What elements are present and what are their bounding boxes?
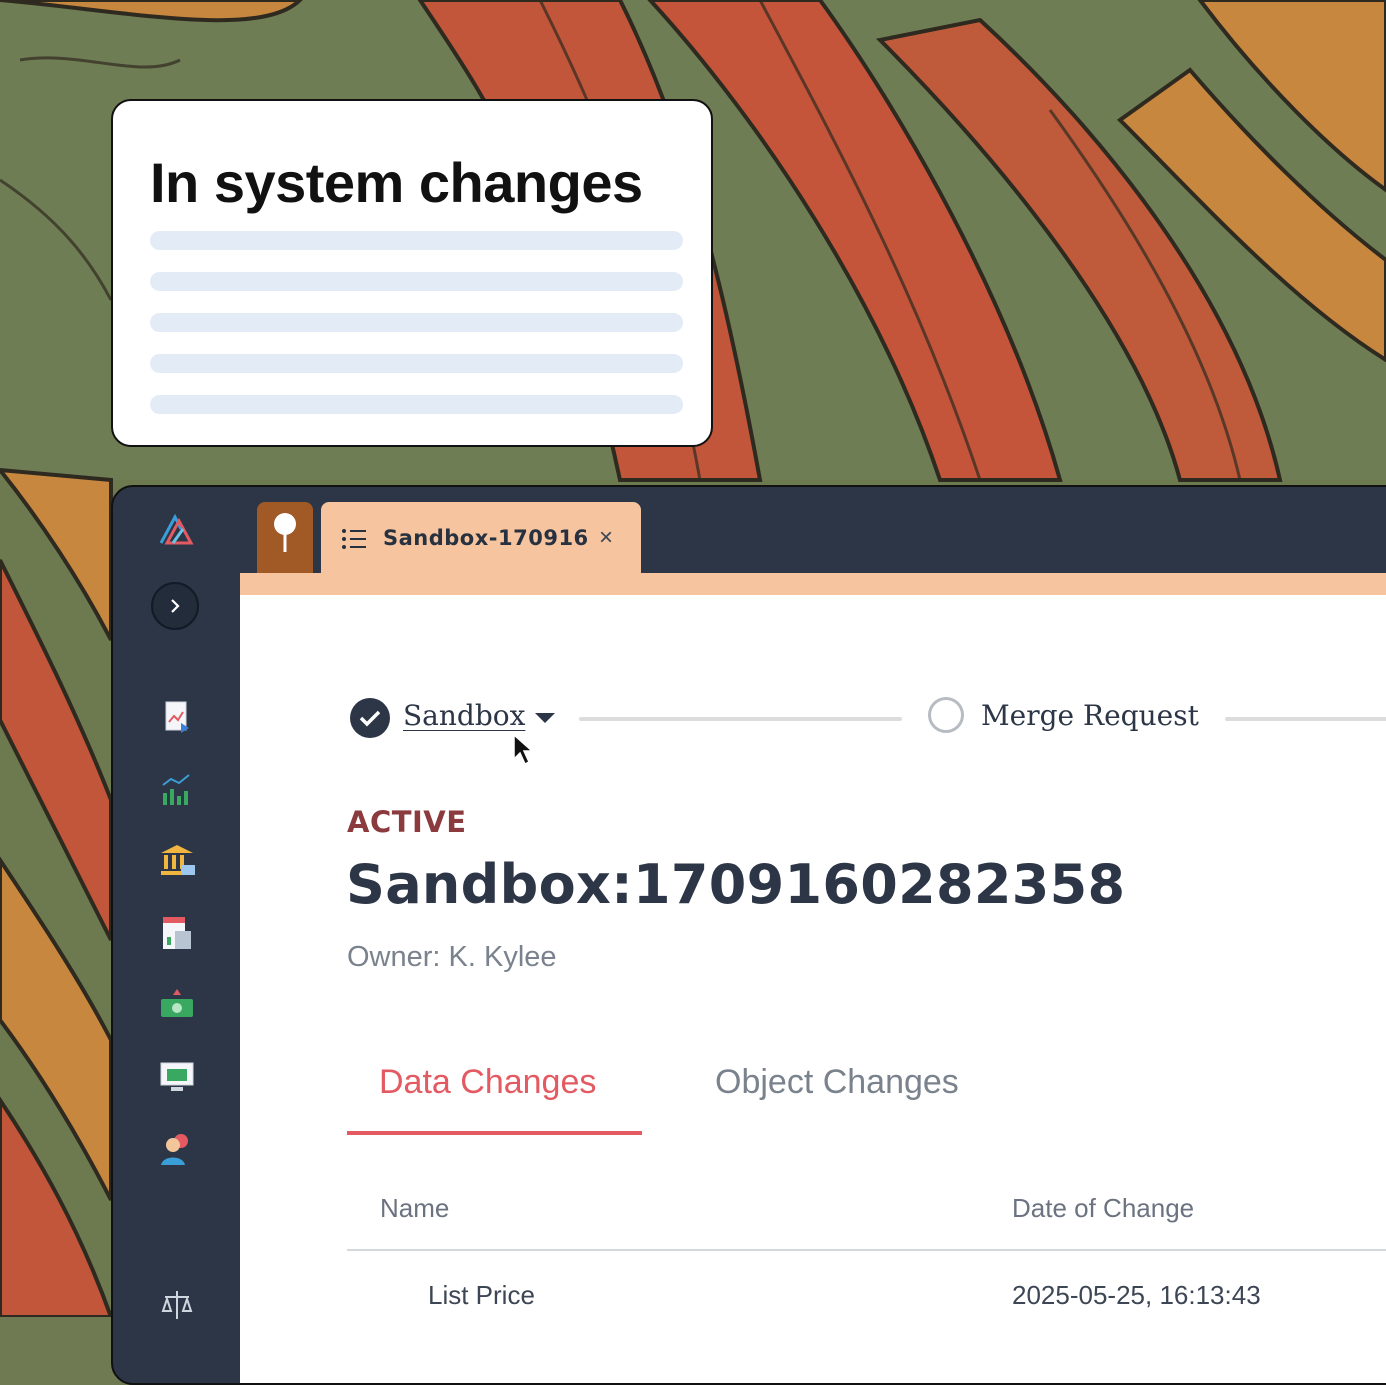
list-icon (342, 529, 366, 549)
money-icon[interactable] (157, 985, 197, 1025)
chart-icon[interactable] (157, 769, 197, 809)
users-icon[interactable] (157, 1129, 197, 1169)
mouse-cursor-icon (513, 733, 534, 766)
tab-object-changes[interactable]: Object Changes (715, 1063, 959, 1102)
app-logo-icon[interactable] (157, 509, 197, 549)
report-icon[interactable] (157, 697, 197, 737)
check-circle-icon (350, 698, 390, 738)
active-tab-indicator (347, 1131, 642, 1135)
bank-icon[interactable] (157, 841, 197, 881)
page-title: Sandbox:1709160282358 (346, 853, 1126, 916)
calculator-icon[interactable] (157, 913, 197, 953)
close-icon[interactable]: × (599, 524, 613, 552)
column-header-name[interactable]: Name (380, 1193, 449, 1224)
monitor-icon[interactable] (157, 1057, 197, 1097)
tab-data-changes[interactable]: Data Changes (379, 1063, 596, 1102)
scale-icon[interactable] (157, 1285, 197, 1325)
placeholder-line (150, 272, 683, 291)
callout-title: In system changes (150, 151, 643, 214)
empty-circle-icon (928, 697, 964, 733)
step-sandbox-link[interactable]: Sandbox (403, 699, 525, 732)
cell-date: 2025-05-25, 16:13:43 (1012, 1280, 1261, 1310)
header-divider (347, 1249, 1386, 1251)
pin-icon (274, 513, 296, 552)
pinned-tab[interactable] (257, 502, 313, 577)
column-header-date[interactable]: Date of Change (1012, 1193, 1194, 1224)
main-content: Sandbox Merge Request ACTIVE Sandbox:170… (240, 573, 1386, 1383)
caret-down-icon[interactable] (535, 713, 555, 723)
cell-name: List Price (428, 1280, 535, 1310)
sidebar-expand-button[interactable] (151, 582, 199, 630)
placeholder-line (150, 354, 683, 373)
chevron-right-icon (171, 599, 180, 613)
owner-label: Owner: K. Kylee (347, 941, 557, 973)
document-tab[interactable]: Sandbox-170916 × (321, 502, 641, 577)
document-tab-label: Sandbox-170916 (383, 526, 589, 550)
app-window: Sandbox-170916 × Sandbox Merge Request A… (111, 485, 1386, 1385)
workflow-stepper: Sandbox Merge Request (350, 687, 1386, 747)
callout-card: In system changes (111, 99, 713, 447)
stepper-connector (579, 717, 902, 721)
placeholder-line (150, 313, 683, 332)
step-merge-request[interactable]: Merge Request (981, 699, 1199, 732)
placeholder-line (150, 395, 683, 414)
status-label: ACTIVE (347, 805, 467, 839)
placeholder-line (150, 231, 683, 250)
stepper-connector (1225, 717, 1386, 721)
